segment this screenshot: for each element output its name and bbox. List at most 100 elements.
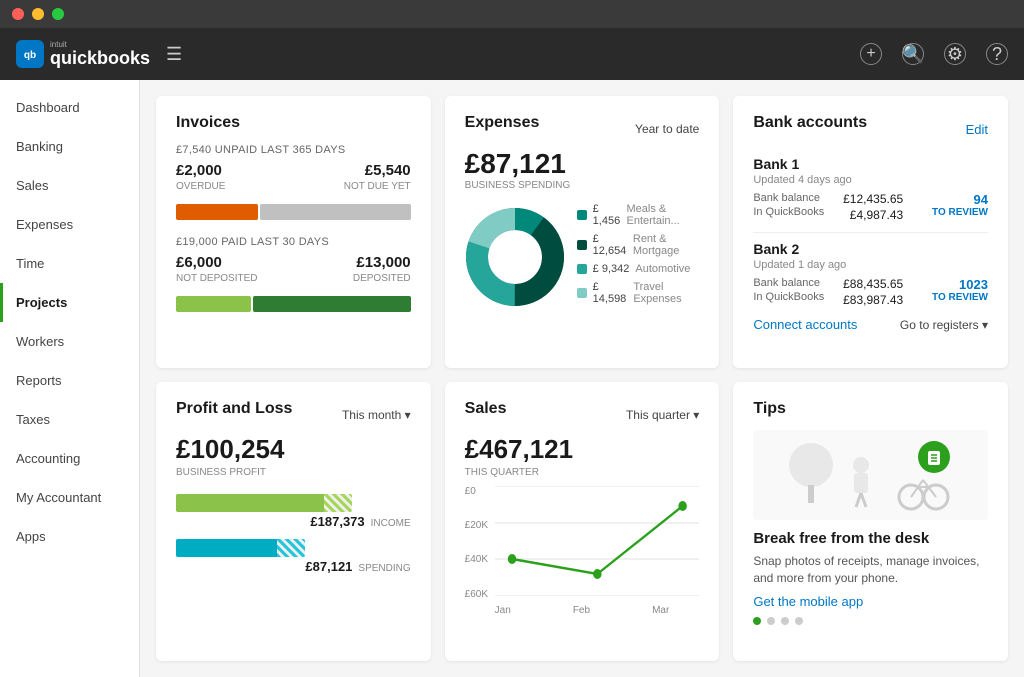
sidebar-item-apps[interactable]: Apps xyxy=(0,517,139,556)
pl-spending-bar xyxy=(176,539,305,557)
x-label-feb: Feb xyxy=(573,605,590,616)
svg-text:qb: qb xyxy=(24,50,36,61)
legend-item-rent: £ 12,654 Rent & Mortgage xyxy=(577,233,700,257)
bank1-name: Bank 1 xyxy=(753,156,988,172)
bank-footer: Connect accounts Go to registers ▾ xyxy=(753,317,988,332)
bank1-bal-label: Bank balance xyxy=(753,192,824,204)
main-content: Invoices £7,540 UNPAID LAST 365 DAYS £2,… xyxy=(140,80,1024,677)
connect-accounts-link[interactable]: Connect accounts xyxy=(753,317,857,332)
y-label-40k: £40K xyxy=(465,554,488,565)
sidebar-item-time[interactable]: Time xyxy=(0,244,139,283)
sidebar-item-expenses[interactable]: Expenses xyxy=(0,205,139,244)
pl-spending-label: SPENDING xyxy=(358,563,410,574)
x-label-jan: Jan xyxy=(495,605,511,616)
minimize-button[interactable] xyxy=(32,8,44,20)
legend-label-rent: Rent & Mortgage xyxy=(633,233,699,257)
logo[interactable]: qb intuit quickbooks xyxy=(16,40,150,68)
sidebar-item-accounting[interactable]: Accounting xyxy=(0,439,139,478)
sidebar-item-workers[interactable]: Workers xyxy=(0,322,139,361)
bank2-balances: Bank balance In QuickBooks £88,435.65 £8… xyxy=(753,277,988,309)
search-icon[interactable]: 🔍 xyxy=(902,43,924,65)
legend-label-auto: Automotive xyxy=(635,263,690,275)
tips-mobile-link[interactable]: Get the mobile app xyxy=(753,594,988,609)
bank1-review: 94 TO REVIEW xyxy=(932,192,988,218)
invoices-overdue-label: OVERDUE xyxy=(176,181,225,192)
invoices-unpaid-label: £7,540 UNPAID LAST 365 DAYS xyxy=(176,144,411,156)
sales-card: Sales This quarter ▾ £467,121 THIS QUART… xyxy=(445,382,720,661)
pl-income-bar-solid xyxy=(176,494,324,512)
overdue-bar xyxy=(176,204,258,220)
bank1-review-count: 94 xyxy=(932,192,988,207)
bank2-review: 1023 TO REVIEW xyxy=(932,277,988,303)
topnav-right: + 🔍 ⚙ ? xyxy=(860,43,1008,65)
invoices-not-dep-amount: £6,000 xyxy=(176,254,222,271)
invoices-paid-label: £19,000 PAID LAST 30 DAYS xyxy=(176,236,411,248)
bank2-name: Bank 2 xyxy=(753,241,988,257)
pl-income-bar-hatch xyxy=(324,494,352,512)
deposited-bar xyxy=(253,296,411,312)
invoices-not-dep-label: NOT DEPOSITED xyxy=(176,273,258,284)
pl-spending-bar-solid xyxy=(176,539,277,557)
expenses-legend: £ 1,456 Meals & Entertain... £ 12,654 Re… xyxy=(577,203,700,311)
x-label-mar: Mar xyxy=(652,605,669,616)
bank-edit-link[interactable]: Edit xyxy=(966,122,988,137)
pl-spending-bar-wrap xyxy=(176,539,411,557)
bank-accounts-card: Bank accounts Edit Bank 1 Updated 4 days… xyxy=(733,96,1008,368)
sidebar: Dashboard Banking Sales Expenses Time Pr… xyxy=(0,80,140,677)
legend-item-travel: £ 14,598 Travel Expenses xyxy=(577,281,700,305)
bank1-updated: Updated 4 days ago xyxy=(753,174,988,186)
sidebar-item-projects[interactable]: Projects xyxy=(0,283,139,322)
bank1-amounts: £12,435.65 £4,987.43 xyxy=(843,192,903,224)
invoices-dep-amount: £13,000 xyxy=(356,254,410,271)
bank2-bal-amount: £88,435.65 xyxy=(843,277,903,291)
invoices-card: Invoices £7,540 UNPAID LAST 365 DAYS £2,… xyxy=(156,96,431,368)
bank2-qb-label: In QuickBooks xyxy=(753,291,824,303)
bank1-qb-amount: £4,987.43 xyxy=(843,208,903,222)
tips-card-title: Break free from the desk xyxy=(753,530,988,547)
sidebar-item-dashboard[interactable]: Dashboard xyxy=(0,88,139,127)
sales-period[interactable]: This quarter ▾ xyxy=(626,408,699,422)
pl-period[interactable]: This month ▾ xyxy=(342,408,411,422)
expenses-big-amount: £87,121 xyxy=(465,148,700,180)
sidebar-item-banking[interactable]: Banking xyxy=(0,127,139,166)
help-icon[interactable]: ? xyxy=(986,43,1008,65)
sales-header: Sales This quarter ▾ xyxy=(465,400,700,430)
tips-dot-4[interactable] xyxy=(795,617,803,625)
sidebar-item-reports[interactable]: Reports xyxy=(0,361,139,400)
close-button[interactable] xyxy=(12,8,24,20)
bank1-bal-amount: £12,435.65 xyxy=(843,192,903,206)
tips-card: Tips xyxy=(733,382,1008,661)
tips-dot-3[interactable] xyxy=(781,617,789,625)
pl-income-labels: £187,373 INCOME xyxy=(176,514,411,529)
legend-item-meals: £ 1,456 Meals & Entertain... xyxy=(577,203,700,227)
expenses-body: £ 1,456 Meals & Entertain... £ 12,654 Re… xyxy=(465,203,700,311)
invoices-title: Invoices xyxy=(176,114,411,132)
tips-dot-2[interactable] xyxy=(767,617,775,625)
expenses-period[interactable]: Year to date xyxy=(635,122,699,136)
tips-illustration xyxy=(771,435,971,515)
pl-income-bar-wrap xyxy=(176,494,411,512)
expenses-card: Expenses Year to date £87,121 BUSINESS S… xyxy=(445,96,720,368)
invoices-bar xyxy=(176,204,411,220)
sidebar-item-taxes[interactable]: Taxes xyxy=(0,400,139,439)
pl-spending-row: £87,121 SPENDING xyxy=(176,539,411,574)
maximize-button[interactable] xyxy=(52,8,64,20)
logo-text: quickbooks xyxy=(50,49,150,67)
app-body: Dashboard Banking Sales Expenses Time Pr… xyxy=(0,80,1024,677)
legend-dot-meals xyxy=(577,210,587,220)
bank2-qb-amount: £83,987.43 xyxy=(843,293,903,307)
settings-icon[interactable]: ⚙ xyxy=(944,43,966,65)
expenses-donut xyxy=(465,207,565,307)
registers-link[interactable]: Go to registers ▾ xyxy=(900,318,988,332)
sidebar-item-sales[interactable]: Sales xyxy=(0,166,139,205)
expenses-header: Expenses Year to date xyxy=(465,114,700,144)
legend-amount-travel: £ 14,598 xyxy=(593,281,628,305)
pl-header: Profit and Loss This month ▾ xyxy=(176,400,411,430)
hamburger-button[interactable]: ☰ xyxy=(166,44,182,65)
chart-labels-x: Jan Feb Mar xyxy=(465,605,700,616)
tips-dot-1[interactable] xyxy=(753,617,761,625)
invoices-dep-label: DEPOSITED xyxy=(353,273,411,284)
plus-icon[interactable]: + xyxy=(860,43,882,65)
topnav: qb intuit quickbooks ☰ + 🔍 ⚙ ? xyxy=(0,28,1024,80)
sidebar-item-my-accountant[interactable]: My Accountant xyxy=(0,478,139,517)
